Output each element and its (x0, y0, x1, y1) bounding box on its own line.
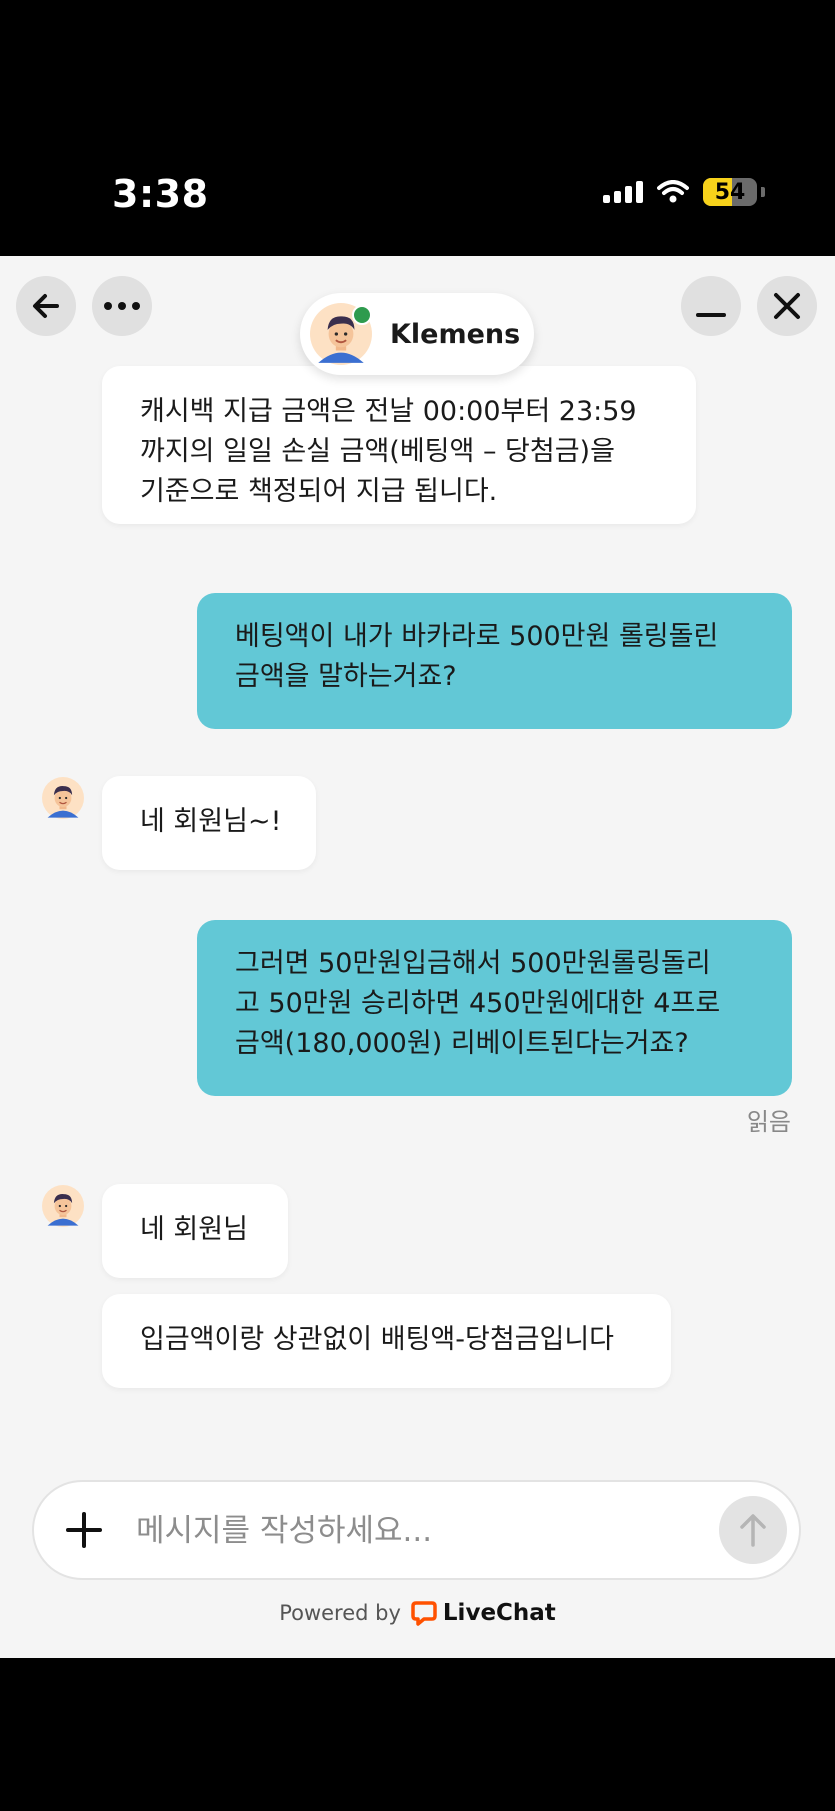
plus-icon[interactable] (62, 1508, 106, 1552)
message-line: 까지의 일일 손실 금액(베팅액 – 당첨금)을 (140, 436, 615, 467)
message-composer (32, 1480, 801, 1580)
agent-message: 입금액이랑 상관없이 배팅액-당첨금입니다 (102, 1294, 671, 1388)
message-line: 기준으로 책정되어 지급 됩니다. (140, 476, 498, 507)
battery-level: 54 (714, 179, 746, 205)
back-button[interactable] (16, 276, 76, 336)
battery-nub (761, 187, 765, 197)
agent-name: Klemens (390, 318, 521, 350)
close-icon (774, 293, 800, 319)
agent-message: 캐시백 지급 금액은 전날 00:00부터 23:59 까지의 일일 손실 금액… (102, 366, 696, 524)
more-horizontal-icon (104, 302, 140, 310)
message-input[interactable] (134, 1502, 608, 1560)
status-time: 3:38 (112, 172, 209, 216)
brand-name: LiveChat (442, 1600, 556, 1626)
minimize-button[interactable] (681, 276, 741, 336)
message-line: 금액을 말하는거죠? (235, 661, 457, 692)
message-line: 캐시백 지급 금액은 전날 00:00부터 23:59 (140, 396, 637, 427)
message-line: 베팅액이 내가 바카라로 500만원 롤링돌린 (235, 621, 719, 652)
online-status-dot (352, 305, 372, 325)
agent-message: 네 회원님~! (102, 776, 316, 870)
message-line: 금액(180,000원) 리베이트된다는거죠? (235, 1028, 689, 1059)
arrow-up-icon (740, 1514, 766, 1547)
message-line: 그러면 50만원입금해서 500만원롤링돌리 (235, 948, 711, 979)
livechat-logo-icon (411, 1601, 437, 1626)
message-line: 네 회원님~! (140, 806, 282, 837)
battery-icon: 54 (703, 178, 757, 206)
arrow-left-icon (33, 294, 59, 318)
powered-by-label: Powered by (279, 1601, 401, 1625)
wifi-icon (657, 180, 689, 203)
chat-window: Klemens 캐시백 지급 금액은 전날 00:00부터 23:59 까지의 … (0, 256, 835, 1658)
minimize-icon (696, 313, 726, 317)
agent-header[interactable]: Klemens (300, 293, 534, 375)
message-line: 입금액이랑 상관없이 배팅액-당첨금입니다 (140, 1324, 615, 1355)
agent-avatar-small (42, 777, 84, 819)
bottom-bar (0, 1658, 835, 1811)
message-line: 네 회원님 (140, 1214, 248, 1245)
user-message: 그러면 50만원입금해서 500만원롤링돌리 고 50만원 승리하면 450만원… (197, 920, 792, 1096)
status-bar: 3:38 54 (0, 132, 835, 256)
cellular-signal-icon (603, 181, 643, 203)
user-message: 베팅액이 내가 바카라로 500만원 롤링돌린 금액을 말하는거죠? (197, 593, 792, 729)
agent-avatar-small (42, 1185, 84, 1227)
message-line: 고 50만원 승리하면 450만원에대한 4프로 (235, 988, 721, 1019)
more-options-button[interactable] (92, 276, 152, 336)
agent-message: 네 회원님 (102, 1184, 288, 1278)
livechat-brand[interactable]: LiveChat (411, 1600, 556, 1626)
powered-by: Powered by LiveChat (0, 1600, 835, 1626)
agent-avatar (310, 303, 372, 365)
send-button[interactable] (719, 1496, 787, 1564)
close-button[interactable] (757, 276, 817, 336)
read-receipt: 읽음 (746, 1108, 791, 1136)
status-icons: 54 (603, 178, 765, 206)
